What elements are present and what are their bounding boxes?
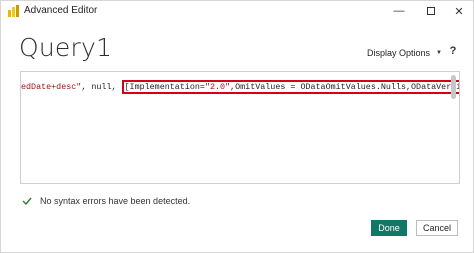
- code-highlight-rest: ,OmitValues = ODataOmitValues.Nulls,ODat…: [230, 82, 460, 93]
- highlighted-code-box: [Implementation="2.0",OmitValues = OData…: [121, 80, 460, 95]
- syntax-status: No syntax errors have been detected.: [22, 196, 190, 206]
- power-bi-app-icon: [8, 5, 19, 17]
- code-highlight-open: [Implementation=: [124, 82, 205, 93]
- code-editor[interactable]: edDate+desc", null, [Implementation="2.0…: [20, 71, 460, 184]
- title-bar: Advanced Editor — ✕: [1, 1, 473, 21]
- checkmark-icon: [22, 197, 32, 206]
- code-string-token: edDate+desc": [21, 82, 82, 93]
- minimize-icon: —: [393, 5, 405, 17]
- cancel-button[interactable]: Cancel: [416, 220, 458, 236]
- window-title: Advanced Editor: [24, 5, 98, 16]
- close-button[interactable]: ✕: [441, 1, 473, 21]
- done-button[interactable]: Done: [371, 220, 407, 236]
- display-options-label: Display Options: [367, 48, 431, 58]
- code-line: edDate+desc", null, [Implementation="2.0…: [21, 80, 460, 95]
- maximize-icon: [427, 7, 435, 15]
- vertical-scrollbar[interactable]: [451, 75, 456, 99]
- query-title: Query1: [19, 33, 113, 62]
- chevron-down-icon: ▼: [436, 50, 442, 56]
- help-icon[interactable]: ?: [447, 45, 459, 57]
- code-plain-token: , null,: [81, 82, 122, 93]
- close-icon: ✕: [454, 5, 464, 18]
- syntax-status-message: No syntax errors have been detected.: [40, 196, 191, 206]
- code-highlight-impl-value: "2.0": [204, 82, 231, 93]
- display-options-dropdown[interactable]: Display Options ▼: [367, 48, 442, 58]
- minimize-button[interactable]: —: [381, 1, 417, 21]
- advanced-editor-window: Advanced Editor — ✕ Query1 Display Optio…: [0, 0, 474, 253]
